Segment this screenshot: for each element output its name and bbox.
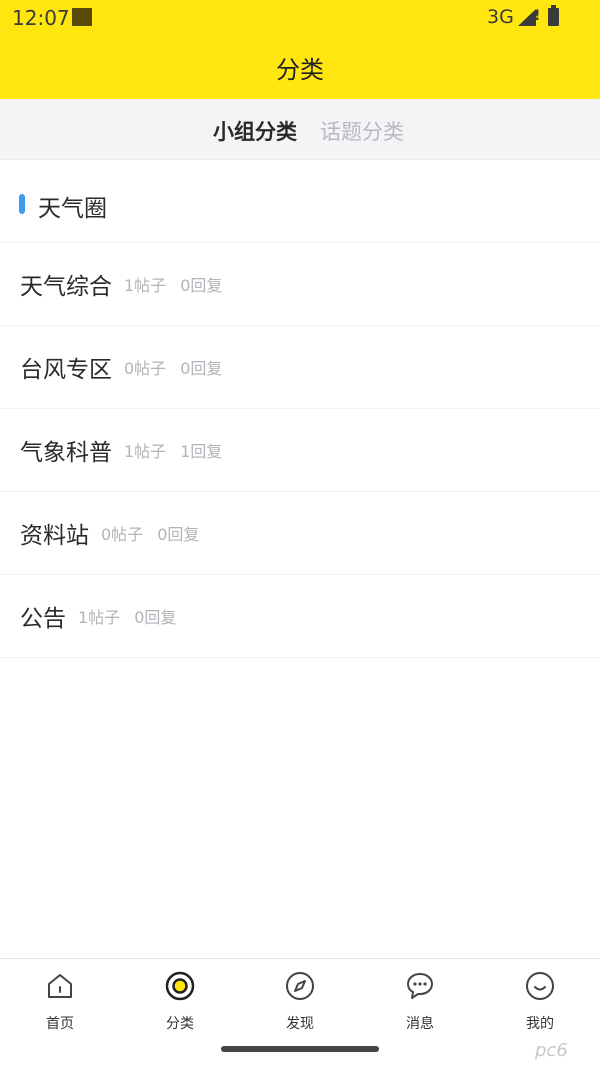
status-time: 12:07	[12, 6, 70, 30]
group-reply-count: 0回复	[157, 525, 200, 544]
subtab-bar: 小组分类 话题分类	[0, 99, 600, 160]
nav-label: 我的	[526, 1016, 554, 1032]
section-header: 天气圈	[0, 160, 600, 243]
nav-label: 分类	[166, 1016, 194, 1032]
battery-icon	[548, 5, 559, 26]
group-row-weather-general[interactable]: 天气综合 1帖子 0回复	[0, 243, 600, 326]
group-post-count: 1帖子	[124, 442, 167, 461]
group-row-typhoon[interactable]: 台风专区 0帖子 0回复	[0, 326, 600, 409]
group-reply-count: 0回复	[180, 276, 223, 295]
group-reply-count: 1回复	[180, 442, 223, 461]
notification-icon	[72, 8, 92, 26]
nav-discover[interactable]: 发现	[240, 969, 360, 1033]
tab-group-category[interactable]: 小组分类	[213, 116, 297, 146]
group-name: 资料站	[20, 523, 89, 549]
group-reply-count: 0回复	[180, 359, 223, 378]
group-post-count: 0帖子	[124, 359, 167, 378]
group-row-resources[interactable]: 资料站 0帖子 0回复	[0, 492, 600, 575]
nav-profile[interactable]: 我的	[480, 969, 600, 1033]
nav-label: 发现	[286, 1016, 314, 1032]
group-post-count: 0帖子	[101, 525, 144, 544]
network-type: 3G	[487, 6, 514, 28]
nav-category[interactable]: 分类	[120, 969, 240, 1033]
group-post-count: 1帖子	[124, 276, 167, 295]
page-title: 分类	[276, 56, 324, 84]
group-name: 天气综合	[20, 274, 112, 300]
category-icon	[165, 971, 195, 1001]
top-bar: 12:07 3G ! 分类	[0, 0, 600, 99]
section-title: 天气圈	[38, 196, 107, 222]
status-bar: 12:07 3G !	[0, 0, 600, 36]
message-icon	[407, 973, 433, 999]
nav-home[interactable]: 首页	[0, 969, 120, 1033]
home-icon	[48, 974, 72, 998]
group-row-meteorology-science[interactable]: 气象科普 1帖子 1回复	[0, 409, 600, 492]
group-post-count: 1帖子	[78, 608, 121, 627]
home-indicator	[221, 1046, 379, 1052]
group-name: 台风专区	[20, 357, 112, 383]
tab-topic-category[interactable]: 话题分类	[320, 116, 404, 146]
watermark-logo: pc6	[535, 1040, 568, 1061]
nav-label: 消息	[406, 1016, 434, 1032]
compass-icon	[286, 972, 314, 1000]
section-accent-bar	[19, 194, 25, 214]
profile-icon	[526, 972, 554, 1000]
group-name: 气象科普	[20, 440, 112, 466]
group-name: 公告	[20, 606, 66, 632]
signal-alert-icon: !	[534, 8, 541, 24]
nav-messages[interactable]: 消息	[360, 969, 480, 1033]
group-row-announcements[interactable]: 公告 1帖子 0回复	[0, 575, 600, 658]
group-reply-count: 0回复	[134, 608, 177, 627]
nav-label: 首页	[46, 1016, 74, 1032]
